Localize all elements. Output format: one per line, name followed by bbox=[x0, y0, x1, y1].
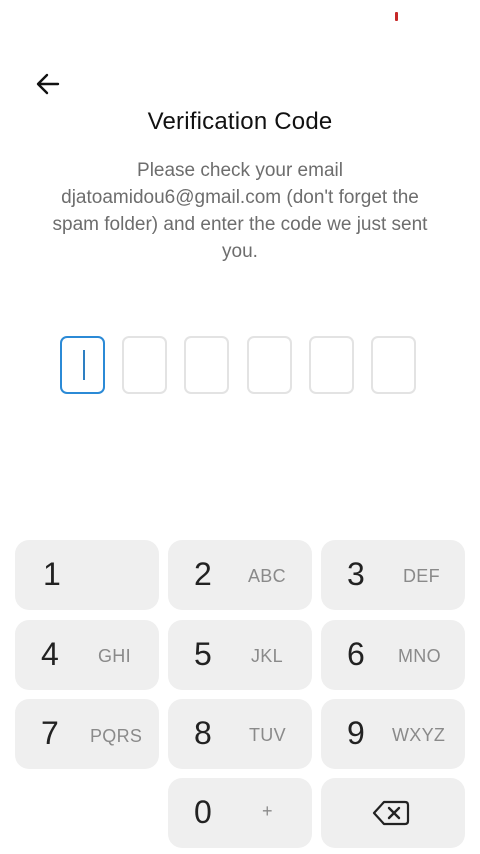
key-digit: 5 bbox=[194, 636, 212, 672]
backspace-icon bbox=[372, 800, 410, 826]
back-button[interactable] bbox=[30, 66, 66, 102]
key-8[interactable]: 8 TUV bbox=[168, 699, 312, 769]
otp-digit-3[interactable] bbox=[184, 336, 229, 394]
key-digit: 3 bbox=[347, 556, 365, 592]
otp-digit-2[interactable] bbox=[122, 336, 167, 394]
key-letters: TUV bbox=[249, 725, 286, 745]
instructions-text: Please check your email djatoamidou6@gma… bbox=[52, 160, 428, 262]
key-2[interactable]: 2 ABC bbox=[168, 540, 312, 610]
key-letters: WXYZ bbox=[392, 725, 446, 745]
key-9[interactable]: 9 WXYZ bbox=[321, 699, 465, 769]
otp-digit-6[interactable] bbox=[371, 336, 416, 394]
key-1[interactable]: 1 bbox=[15, 540, 159, 610]
key-letters: MNO bbox=[398, 646, 441, 666]
key-digit: 7 bbox=[41, 715, 59, 751]
arrow-left-icon bbox=[36, 73, 60, 95]
key-5[interactable]: 5 JKL bbox=[168, 620, 312, 690]
key-letters: ABC bbox=[248, 566, 286, 586]
key-digit: 0 bbox=[194, 794, 212, 830]
backspace-button[interactable] bbox=[321, 778, 465, 848]
key-digit: 9 bbox=[347, 715, 365, 751]
key-letters: PQRS bbox=[90, 726, 143, 746]
key-digit: 2 bbox=[194, 556, 212, 592]
key-digit: 6 bbox=[347, 636, 365, 672]
key-digit: 4 bbox=[41, 636, 59, 672]
key-digit: 1 bbox=[43, 556, 61, 592]
otp-digit-4[interactable] bbox=[247, 336, 292, 394]
key-letters: DEF bbox=[403, 566, 440, 586]
numeric-keypad: 1 2 ABC 3 DEF 4 GHI 5 JKL 6 MNO 7 PQRS 8… bbox=[0, 540, 480, 854]
text-cursor bbox=[83, 350, 85, 380]
otp-input-group bbox=[60, 336, 420, 398]
key-letters: JKL bbox=[251, 646, 283, 666]
key-6[interactable]: 6 MNO bbox=[321, 620, 465, 690]
status-indicator bbox=[395, 12, 398, 21]
key-3[interactable]: 3 DEF bbox=[321, 540, 465, 610]
key-7[interactable]: 7 PQRS bbox=[15, 699, 159, 769]
page-title: Verification Code bbox=[147, 108, 333, 135]
key-letters: + bbox=[262, 801, 273, 821]
key-letters: GHI bbox=[98, 646, 131, 666]
key-0[interactable]: 0 + bbox=[168, 778, 312, 848]
otp-digit-1[interactable] bbox=[60, 336, 105, 394]
otp-digit-5[interactable] bbox=[309, 336, 354, 394]
key-4[interactable]: 4 GHI bbox=[15, 620, 159, 690]
key-digit: 8 bbox=[194, 715, 212, 751]
